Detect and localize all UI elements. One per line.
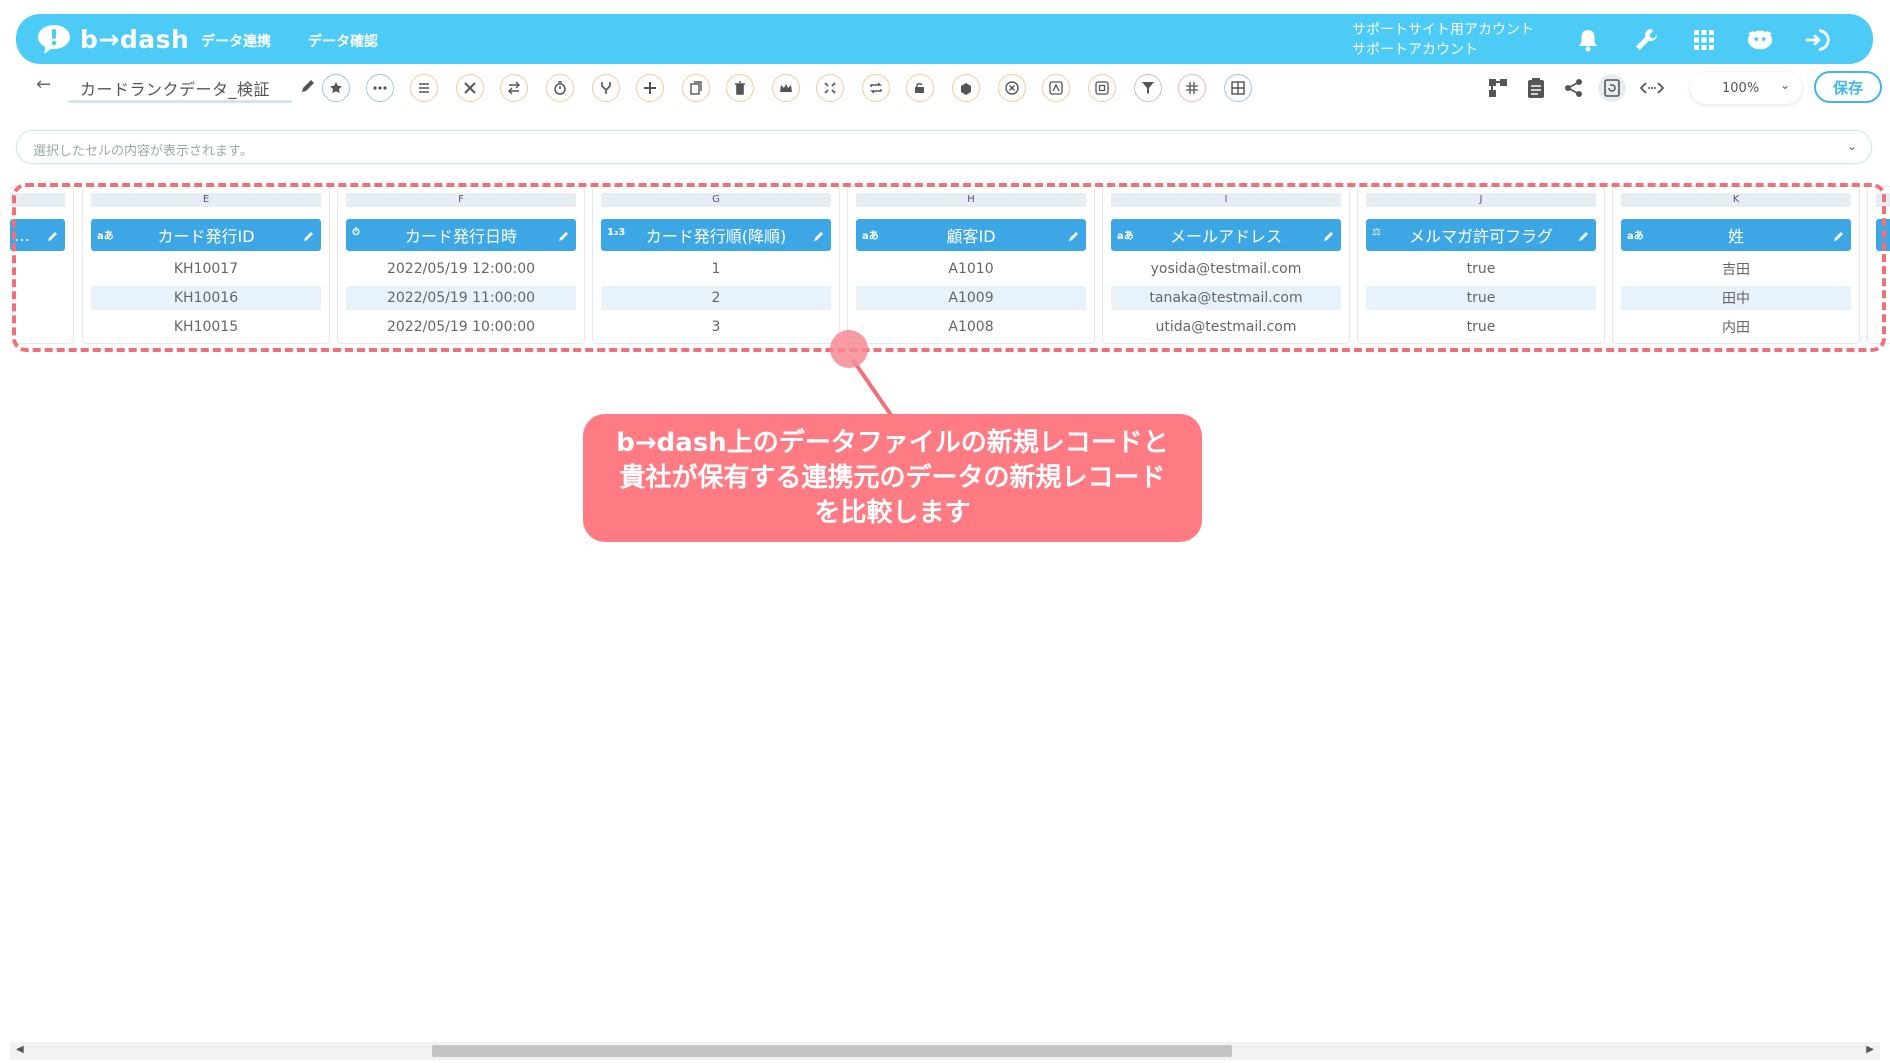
scrollbar-thumb[interactable]: [432, 1045, 1232, 1057]
callout-line-2: 貴社が保有する連携元のデータの新規レコード: [619, 462, 1166, 493]
callout-line-3: を比較します: [814, 497, 971, 528]
horizontal-scrollbar[interactable]: ◀ ▶: [10, 1042, 1880, 1060]
callout-line-1: b→dash上のデータファイルの新規レコードと: [616, 427, 1169, 458]
callout-anchor-dot: [830, 330, 868, 368]
callout-box: b→dash上のデータファイルの新規レコードと 貴社が保有する連携元のデータの新…: [583, 414, 1202, 542]
scroll-right-arrow-icon[interactable]: ▶: [1866, 1044, 1874, 1055]
scroll-left-arrow-icon[interactable]: ◀: [16, 1044, 24, 1055]
